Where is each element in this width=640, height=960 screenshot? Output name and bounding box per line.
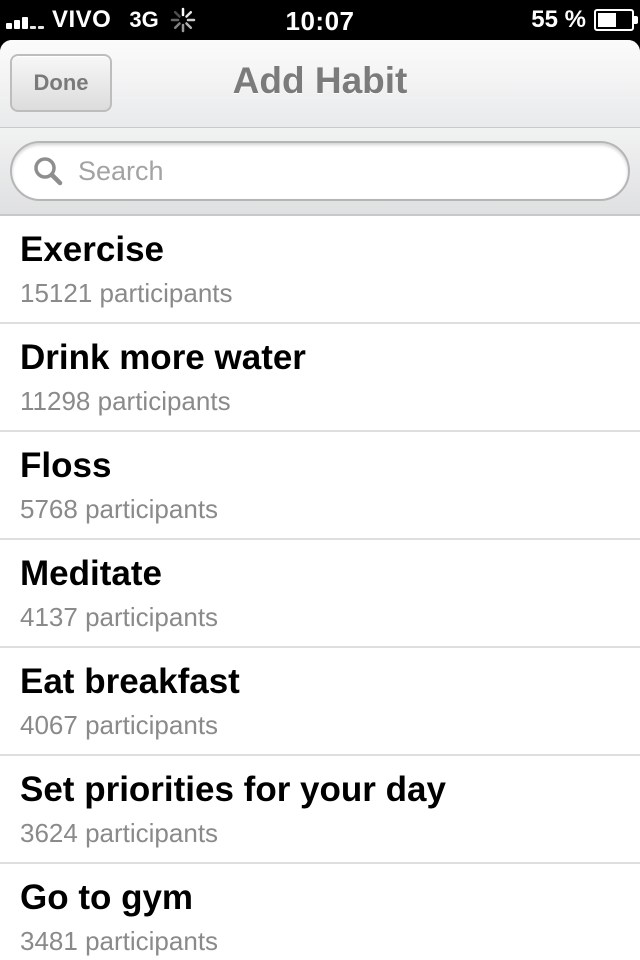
habit-list: Exercise 15121 participants Drink more w… <box>0 216 640 960</box>
habit-title: Set priorities for your day <box>20 770 446 809</box>
participant-count: 4067 <box>20 710 78 740</box>
habit-row[interactable]: Go to gym 3481 participants <box>0 864 640 960</box>
habit-participants: 4137 participants <box>20 602 218 633</box>
habit-title: Drink more water <box>20 338 306 377</box>
participant-unit: participants <box>85 818 219 848</box>
participant-unit: participants <box>85 602 219 632</box>
search-icon <box>34 157 63 186</box>
habit-row[interactable]: Set priorities for your day 3624 partici… <box>0 756 640 864</box>
habit-row[interactable]: Exercise 15121 participants <box>0 216 640 324</box>
participant-unit: participants <box>85 710 219 740</box>
habit-title: Meditate <box>20 554 162 593</box>
status-right: 55 % <box>531 6 638 33</box>
participant-count: 3624 <box>20 818 78 848</box>
participant-count: 4137 <box>20 602 78 632</box>
habit-row[interactable]: Drink more water 11298 participants <box>0 324 640 432</box>
search-field[interactable] <box>10 141 630 201</box>
participant-count: 11298 <box>20 386 91 416</box>
participant-unit: participants <box>85 494 219 524</box>
habit-title: Floss <box>20 446 112 485</box>
add-habit-sheet: Add Habit Done Exercise 15121 participan… <box>0 40 640 960</box>
participant-unit: participants <box>97 386 231 416</box>
search-input[interactable] <box>78 151 578 191</box>
habit-row[interactable]: Eat breakfast 4067 participants <box>0 648 640 756</box>
habit-row[interactable]: Meditate 4137 participants <box>0 540 640 648</box>
participant-unit: participants <box>85 926 219 956</box>
participant-count: 3481 <box>20 926 78 956</box>
participant-count: 5768 <box>20 494 78 524</box>
habit-participants: 4067 participants <box>20 710 218 741</box>
battery-icon <box>594 9 638 31</box>
search-bar <box>0 128 640 216</box>
habit-participants: 5768 participants <box>20 494 218 525</box>
habit-participants: 3481 participants <box>20 926 218 957</box>
battery-percentage: 55 % <box>531 6 586 33</box>
navigation-bar: Add Habit Done <box>0 40 640 128</box>
habit-participants: 15121 participants <box>20 278 233 309</box>
battery-fill <box>598 13 616 27</box>
participant-count: 15121 <box>20 278 93 308</box>
habit-row[interactable]: Floss 5768 participants <box>0 432 640 540</box>
habit-participants: 11298 participants <box>20 386 231 417</box>
habit-title: Eat breakfast <box>20 662 240 701</box>
done-button[interactable]: Done <box>10 54 112 112</box>
habit-participants: 3624 participants <box>20 818 218 849</box>
status-bar: VIVO 3G 10:07 55 % <box>0 0 640 40</box>
participant-unit: participants <box>99 278 233 308</box>
habit-title: Exercise <box>20 230 165 269</box>
habit-title: Go to gym <box>20 878 194 917</box>
